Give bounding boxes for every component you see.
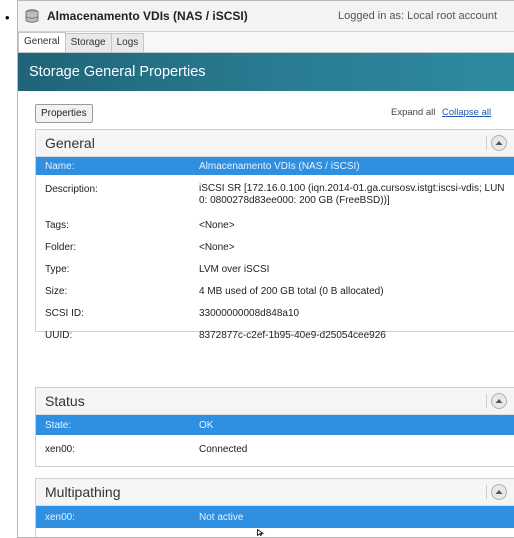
header-divider [486,136,487,150]
collapse-section-icon[interactable] [491,393,507,409]
property-row-multipath-host[interactable]: xen00: Not active [36,506,514,528]
storage-icon [25,9,39,23]
property-row-folder[interactable]: Folder: <None> [36,237,514,259]
property-label: Folder: [45,242,77,253]
header-divider [486,485,487,499]
header-divider [486,394,487,408]
property-value: <None> [199,220,235,231]
expand-all-link[interactable]: Expand all [391,107,435,118]
property-label: xen00: [45,512,76,523]
property-label: Name: [45,161,75,172]
status-panel: Status State: OK xen00: Connected [35,387,514,467]
properties-button[interactable]: Properties [35,104,93,123]
multipathing-panel: Multipathing xen00: Not active [35,478,514,537]
storage-window: Almacenamento VDIs (NAS / iSCSI) Logged … [17,0,514,538]
property-row-tags[interactable]: Tags: <None> [36,215,514,237]
property-row-uuid[interactable]: UUID: 8372877c-c2ef-1b95-40e9-d25054cee9… [36,325,514,347]
property-label: Description: [45,184,98,195]
property-row-host[interactable]: xen00: Connected [36,435,514,465]
property-row-scsi-id[interactable]: SCSI ID: 33000000008d848a10 [36,303,514,325]
property-value: OK [199,420,214,431]
property-row-description[interactable]: Description: iSCSI SR [172.16.0.100 (iqn… [36,175,514,215]
status-header: Status [36,388,514,415]
title-bar: Almacenamento VDIs (NAS / iSCSI) Logged … [18,1,514,32]
property-row-name[interactable]: Name: Almacenamento VDIs (NAS / iSCSI) [36,157,514,175]
property-label: Size: [45,286,68,297]
window-title: Almacenamento VDIs (NAS / iSCSI) [47,9,248,23]
collapse-all-link[interactable]: Collapse all [442,107,491,118]
collapse-section-icon[interactable] [491,484,507,500]
multipathing-title: Multipathing [45,484,121,500]
property-value: Almacenamento VDIs (NAS / iSCSI) [199,161,360,172]
multipathing-header: Multipathing [36,479,514,506]
toolbar: Properties Expand all Collapse all [18,91,514,125]
status-title: Status [45,393,85,409]
property-value: <None> [199,242,235,253]
property-row-type[interactable]: Type: LVM over iSCSI [36,259,514,281]
list-bullet: • [5,10,10,25]
property-label: UUID: [45,330,73,341]
property-value: 8372877c-c2ef-1b95-40e9-d25054cee926 [199,330,386,341]
tab-storage[interactable]: Storage [64,33,112,52]
property-value: Connected [199,444,248,455]
property-label: SCSI ID: [45,308,84,319]
property-row-state[interactable]: State: OK [36,415,514,435]
property-value: iSCSI SR [172.16.0.100 (iqn.2014-01.ga.c… [199,183,505,206]
general-header: General [36,130,514,157]
login-status: Logged in as: Local root account [338,10,498,22]
page-banner: Storage General Properties [18,53,514,91]
general-title: General [45,135,95,151]
collapse-section-icon[interactable] [491,135,507,151]
property-value: Not active [199,512,244,523]
general-panel: General Name: Almacenamento VDIs (NAS / … [35,129,514,341]
property-row-size[interactable]: Size: 4 MB used of 200 GB total (0 B all… [36,281,514,303]
tab-bar: General Storage Logs [18,32,514,53]
tab-general[interactable]: General [18,32,66,52]
page-title: Storage General Properties [29,64,206,80]
property-label: State: [45,420,72,431]
mouse-pointer-icon [257,529,265,536]
property-value: 33000000008d848a10 [199,308,300,319]
property-label: Type: [45,264,70,275]
property-label: Tags: [45,220,69,231]
property-label: xen00: [45,444,76,455]
property-value: 4 MB used of 200 GB total (0 B allocated… [199,286,384,297]
property-value: LVM over iSCSI [199,264,270,275]
tab-logs[interactable]: Logs [110,33,145,52]
